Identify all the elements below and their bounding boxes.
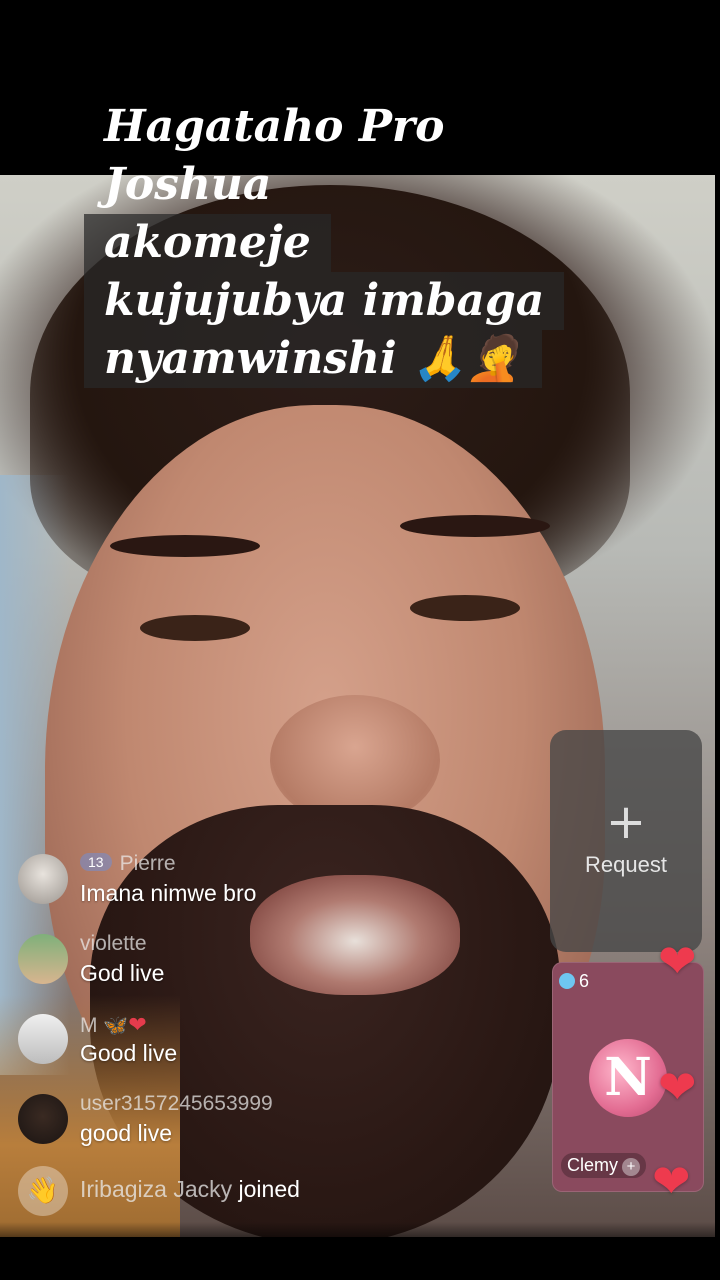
guest-count: 6	[559, 971, 589, 992]
request-button[interactable]: + Request	[550, 730, 702, 952]
comment-item: M 🦋❤ Good live	[18, 1008, 538, 1088]
avatar[interactable]	[18, 934, 68, 984]
comment-item: user3157245653999 good live	[18, 1088, 538, 1168]
guest-name-chip[interactable]: Clemy +	[561, 1153, 647, 1178]
guest-avatar[interactable]: N	[589, 1039, 667, 1117]
comment-text: God live	[80, 960, 165, 986]
avatar[interactable]	[18, 1014, 68, 1064]
caption-line: akomeje	[84, 214, 644, 272]
video-brow-right	[400, 515, 550, 537]
request-label: Request	[585, 852, 667, 877]
bottom-bar	[0, 1237, 720, 1280]
heart-icon: ❤	[658, 934, 697, 988]
video-eye-right	[410, 595, 520, 621]
heart-icon: ❤	[652, 1154, 691, 1208]
heart-icon: ❤	[658, 1060, 697, 1114]
caption-line: kujujubya imbaga	[84, 272, 644, 330]
comment-text: good live	[80, 1120, 173, 1146]
caption-line: nyamwinshi 🙏🤦	[84, 330, 644, 388]
butterfly-icon: 🦋	[103, 1015, 129, 1037]
video-eye-left	[140, 615, 250, 641]
video-caption: Hagataho Pro Joshua akomeje kujujubya im…	[84, 98, 644, 388]
wave-icon: 👋	[18, 1166, 68, 1216]
bottom-fade	[0, 1222, 720, 1238]
join-text: Iribagiza Jacky joined	[80, 1176, 300, 1202]
caption-line: Hagataho Pro Joshua	[104, 101, 445, 210]
comment-text: Good live	[80, 1040, 178, 1066]
heart-icon: ❤	[128, 1012, 147, 1037]
gem-icon	[559, 973, 575, 989]
comment-item: 13 Pierre Imana nimwe bro	[18, 848, 538, 928]
comment-text: Imana nimwe bro	[80, 880, 257, 906]
follow-plus-icon[interactable]: +	[622, 1158, 641, 1176]
comment-username[interactable]: user3157245653999	[80, 1092, 273, 1116]
avatar[interactable]	[18, 1094, 68, 1144]
join-notice: 👋 Iribagiza Jacky joined	[18, 1166, 538, 1216]
comment-username[interactable]: 13 Pierre	[80, 852, 176, 876]
level-badge: 13	[80, 853, 112, 871]
avatar[interactable]	[18, 854, 68, 904]
live-comments: 13 Pierre Imana nimwe bro violette God li…	[18, 848, 538, 1216]
comment-item: violette God live	[18, 928, 538, 1008]
video-brow-left	[110, 535, 260, 557]
comment-username[interactable]: M 🦋❤	[80, 1012, 147, 1038]
comment-username[interactable]: violette	[80, 932, 147, 956]
plus-icon: +	[605, 794, 647, 850]
